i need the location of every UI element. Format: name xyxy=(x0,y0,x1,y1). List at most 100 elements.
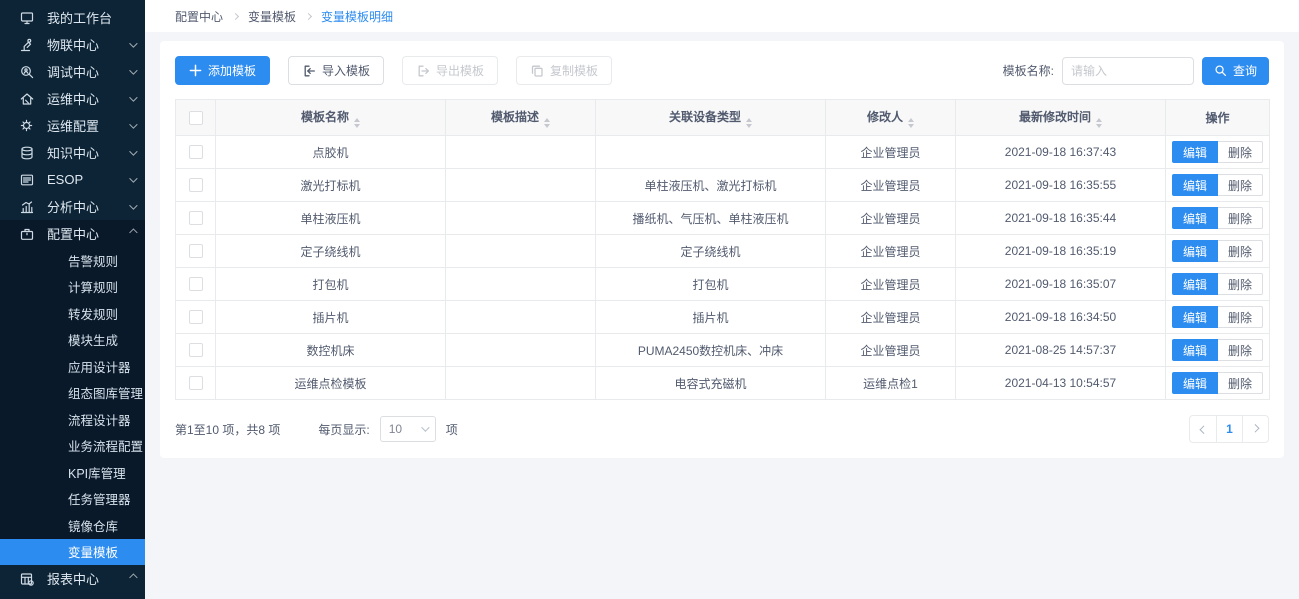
cell-device-type: 单柱液压机、激光打标机 xyxy=(596,169,826,202)
template-name-input[interactable] xyxy=(1062,57,1194,85)
delete-button[interactable]: 删除 xyxy=(1218,207,1263,229)
table-row: 数控机床 PUMA2450数控机床、冲床 企业管理员 2021-08-25 14… xyxy=(176,334,1270,367)
toolbar: 添加模板 导入模板 导出模板 复制模板 模板名称: xyxy=(175,56,1269,85)
breadcrumb-config-center[interactable]: 配置中心 xyxy=(175,8,223,25)
export-template-label: 导出模板 xyxy=(436,62,484,79)
iot-icon xyxy=(19,37,35,53)
cell-device-type: 插片机 xyxy=(596,301,826,334)
chevron-down-icon xyxy=(129,120,137,128)
delete-button[interactable]: 删除 xyxy=(1218,372,1263,394)
sidebar-item-ops[interactable]: 运维中心 xyxy=(0,85,145,112)
table-row: 点胶机 企业管理员 2021-09-18 16:37:43 编辑删除 xyxy=(176,136,1270,169)
search-zone: 模板名称: 查询 xyxy=(1003,57,1269,85)
row-checkbox[interactable] xyxy=(189,244,203,258)
cell-template-name: 插片机 xyxy=(216,301,446,334)
edit-button[interactable]: 编辑 xyxy=(1172,240,1218,262)
edit-button[interactable]: 编辑 xyxy=(1172,306,1218,328)
cell-template-desc xyxy=(446,268,596,301)
chevron-down-icon xyxy=(421,423,429,431)
sidebar-subitem-image-repo[interactable]: 镜像仓库 xyxy=(0,512,145,539)
sidebar-item-esop[interactable]: ESOP xyxy=(0,166,145,193)
add-template-button[interactable]: 添加模板 xyxy=(175,56,270,85)
cell-device-type: 播纸机、气压机、单柱液压机 xyxy=(596,202,826,235)
edit-button[interactable]: 编辑 xyxy=(1172,273,1218,295)
sidebar-item-label: 报表中心 xyxy=(47,569,129,588)
page-number-button[interactable]: 1 xyxy=(1216,416,1242,442)
table-row: 定子绕线机 定子绕线机 企业管理员 2021-09-18 16:35:19 编辑… xyxy=(176,235,1270,268)
sidebar-subitem-flow-designer[interactable]: 流程设计器 xyxy=(0,406,145,433)
sidebar-item-ops-config[interactable]: 运维配置 xyxy=(0,112,145,139)
sidebar-item-knowledge[interactable]: 知识中心 xyxy=(0,139,145,166)
header-modified-time[interactable]: 最新修改时间 xyxy=(956,100,1166,136)
cell-modifier: 企业管理员 xyxy=(826,268,956,301)
header-template-desc[interactable]: 模板描述 xyxy=(446,100,596,136)
header-label: 最新修改时间 xyxy=(1019,110,1091,124)
cell-template-name: 点胶机 xyxy=(216,136,446,169)
chevron-left-icon xyxy=(1199,425,1207,433)
select-all-checkbox[interactable] xyxy=(189,111,203,125)
export-template-button[interactable]: 导出模板 xyxy=(402,56,498,85)
sidebar-item-label: 我的工作台 xyxy=(47,8,135,27)
prev-page-button[interactable] xyxy=(1190,416,1216,442)
row-checkbox[interactable] xyxy=(189,343,203,357)
sidebar-item-label: 运维中心 xyxy=(47,89,129,108)
next-page-button[interactable] xyxy=(1242,416,1268,442)
cell-modified-time: 2021-04-13 10:54:57 xyxy=(956,367,1166,400)
sidebar-subitem-forward-rules[interactable]: 转发规则 xyxy=(0,300,145,327)
row-checkbox[interactable] xyxy=(189,211,203,225)
cell-template-desc xyxy=(446,334,596,367)
breadcrumb-variable-template[interactable]: 变量模板 xyxy=(248,8,296,25)
sidebar-item-config-center[interactable]: 配置中心 xyxy=(0,220,145,247)
sidebar-subitem-variable-template[interactable]: 变量模板 xyxy=(0,539,145,566)
sidebar-subitem-scada-gallery[interactable]: 组态图库管理 xyxy=(0,380,145,407)
sidebar-item-report-center[interactable]: 报表中心 xyxy=(0,565,145,592)
sub-item-label: 组态图库管理 xyxy=(68,383,143,402)
delete-button[interactable]: 删除 xyxy=(1218,306,1263,328)
import-template-button[interactable]: 导入模板 xyxy=(288,56,384,85)
header-template-name[interactable]: 模板名称 xyxy=(216,100,446,136)
sidebar-subitem-biz-flow-config[interactable]: 业务流程配置 xyxy=(0,433,145,460)
copy-template-button[interactable]: 复制模板 xyxy=(516,56,612,85)
sidebar-item-analysis[interactable]: 分析中心 xyxy=(0,193,145,220)
header-label: 关联设备类型 xyxy=(669,110,741,124)
edit-button[interactable]: 编辑 xyxy=(1172,207,1218,229)
select-all-header xyxy=(176,100,216,136)
row-checkbox[interactable] xyxy=(189,277,203,291)
table-row: 激光打标机 单柱液压机、激光打标机 企业管理员 2021-09-18 16:35… xyxy=(176,169,1270,202)
sidebar-subitem-calc-rules[interactable]: 计算规则 xyxy=(0,274,145,301)
delete-button[interactable]: 删除 xyxy=(1218,174,1263,196)
header-device-type[interactable]: 关联设备类型 xyxy=(596,100,826,136)
main-area: 配置中心 变量模板 变量模板明细 添加模板 导入模板 导出模板 xyxy=(145,0,1299,599)
edit-button[interactable]: 编辑 xyxy=(1172,372,1218,394)
row-checkbox[interactable] xyxy=(189,178,203,192)
sidebar-subitem-module-gen[interactable]: 模块生成 xyxy=(0,327,145,354)
config-icon xyxy=(19,226,35,242)
range-info: 第1至10 项，共8 项 xyxy=(175,421,280,438)
sidebar-subitem-app-designer[interactable]: 应用设计器 xyxy=(0,353,145,380)
sidebar-subitem-kpi-library[interactable]: KPI库管理 xyxy=(0,459,145,486)
header-modifier[interactable]: 修改人 xyxy=(826,100,956,136)
search-button[interactable]: 查询 xyxy=(1202,57,1269,85)
sidebar-subitem-alarm-rules[interactable]: 告警规则 xyxy=(0,247,145,274)
chevron-right-icon xyxy=(1251,424,1259,432)
pagination: 1 xyxy=(1189,415,1269,443)
sidebar-item-iot[interactable]: 物联中心 xyxy=(0,31,145,58)
delete-button[interactable]: 删除 xyxy=(1218,273,1263,295)
edit-button[interactable]: 编辑 xyxy=(1172,339,1218,361)
row-checkbox[interactable] xyxy=(189,376,203,390)
sidebar-subitem-task-manager[interactable]: 任务管理器 xyxy=(0,486,145,513)
delete-button[interactable]: 删除 xyxy=(1218,339,1263,361)
chevron-up-icon xyxy=(129,228,137,236)
row-checkbox[interactable] xyxy=(189,310,203,324)
edit-button[interactable]: 编辑 xyxy=(1172,141,1218,163)
delete-button[interactable]: 删除 xyxy=(1218,240,1263,262)
sidebar-item-workbench[interactable]: 我的工作台 xyxy=(0,4,145,31)
sort-icon xyxy=(354,118,360,128)
per-page-select[interactable]: 10 xyxy=(380,416,436,442)
row-checkbox[interactable] xyxy=(189,145,203,159)
cell-modified-time: 2021-09-18 16:35:07 xyxy=(956,268,1166,301)
cell-template-desc xyxy=(446,367,596,400)
edit-button[interactable]: 编辑 xyxy=(1172,174,1218,196)
delete-button[interactable]: 删除 xyxy=(1218,141,1263,163)
sidebar-item-debug[interactable]: 调试中心 xyxy=(0,58,145,85)
